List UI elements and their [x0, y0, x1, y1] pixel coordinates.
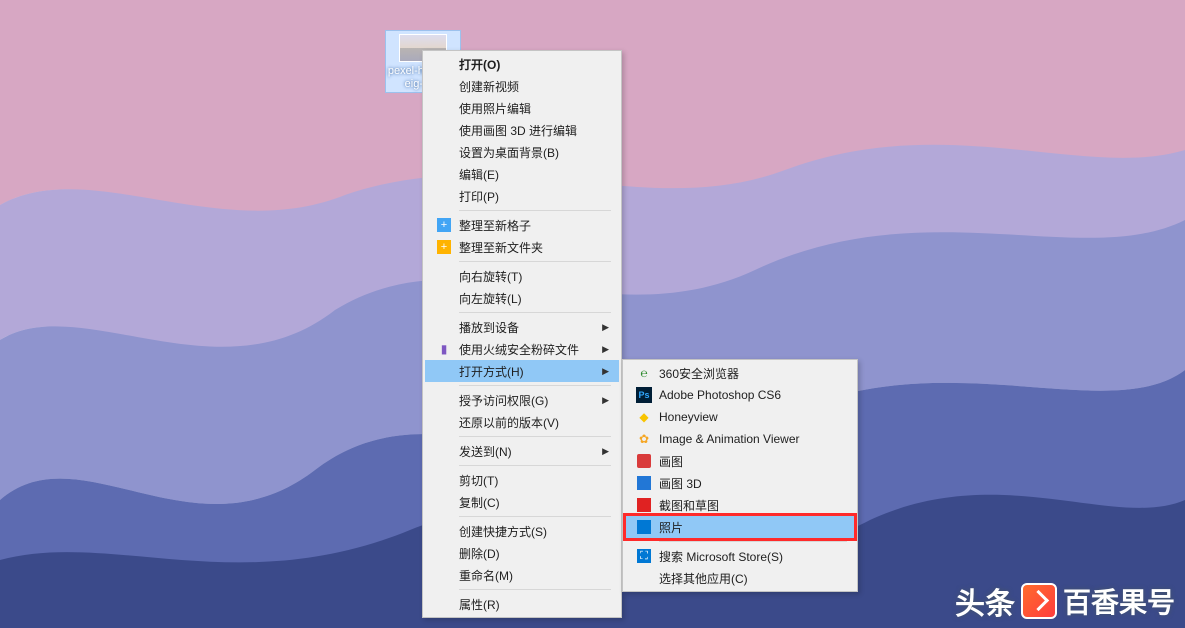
watermark-logo-icon	[1021, 583, 1057, 619]
menu-item-label: 剪切(T)	[455, 472, 589, 489]
menu-item-label: 使用火绒安全粉碎文件	[455, 341, 589, 358]
menu-item-label: 编辑(E)	[455, 166, 589, 183]
menu-item-label: 授予访问权限(G)	[455, 392, 589, 409]
open-with-item[interactable]: ◆ Honeyview	[625, 406, 855, 428]
context-menu-item[interactable]: 复制(C)	[425, 491, 619, 513]
watermark: 头条 百香果号	[955, 579, 1175, 623]
context-menu-item[interactable]: ▮ 使用火绒安全粉碎文件 ▶	[425, 338, 619, 360]
highlight-box	[623, 513, 857, 541]
paint-icon	[637, 454, 651, 468]
context-menu-item[interactable]: + 整理至新格子	[425, 214, 619, 236]
context-menu-item[interactable]: + 整理至新文件夹	[425, 236, 619, 258]
context-menu-item[interactable]: 使用画图 3D 进行编辑	[425, 119, 619, 141]
open-with-item[interactable]: ℮ 360安全浏览器	[625, 362, 855, 384]
submenu-arrow-icon: ▶	[602, 322, 609, 333]
context-menu-item[interactable]: 设置为桌面背景(B)	[425, 141, 619, 163]
menu-item-label: 打开(O)	[455, 56, 589, 73]
menu-item-label: Adobe Photoshop CS6	[655, 388, 825, 402]
context-menu-item[interactable]: 播放到设备 ▶	[425, 316, 619, 338]
paint3d-icon	[637, 476, 651, 490]
menu-item-label: 画图 3D	[655, 475, 825, 492]
menu-item-label: 选择其他应用(C)	[655, 570, 825, 587]
submenu-arrow-icon: ▶	[602, 446, 609, 457]
menu-item-label: 打印(P)	[455, 188, 589, 205]
menu-item-label: 重命名(M)	[455, 567, 589, 584]
context-menu-item[interactable]: 创建新视频	[425, 75, 619, 97]
context-menu-item[interactable]: 向右旋转(T)	[425, 265, 619, 287]
context-menu-item[interactable]: 编辑(E)	[425, 163, 619, 185]
menu-item-label: 整理至新格子	[455, 217, 589, 234]
image-viewer-icon: ✿	[639, 432, 649, 446]
menu-item-label: 360安全浏览器	[655, 365, 825, 382]
open-with-item[interactable]: PsAdobe Photoshop CS6	[625, 384, 855, 406]
context-menu-item[interactable]: 打开方式(H) ▶	[425, 360, 619, 382]
menu-item-label: 设置为桌面背景(B)	[455, 144, 589, 161]
submenu-arrow-icon: ▶	[602, 366, 609, 377]
open-with-submenu[interactable]: ℮360安全浏览器PsAdobe Photoshop CS6◆Honeyview…	[622, 359, 858, 592]
snip-icon	[637, 498, 651, 512]
menu-item-label: 创建快捷方式(S)	[455, 523, 589, 540]
context-menu-item[interactable]: 打印(P)	[425, 185, 619, 207]
shredder-icon: ▮	[441, 342, 448, 356]
open-with-item[interactable]: 选择其他应用(C)	[625, 567, 855, 589]
store-icon: ⛶	[637, 549, 651, 563]
menu-item-label: 属性(R)	[455, 596, 589, 613]
context-menu-item[interactable]: 授予访问权限(G) ▶	[425, 389, 619, 411]
menu-item-label: 整理至新文件夹	[455, 239, 589, 256]
photoshop-icon: Ps	[636, 387, 652, 403]
context-menu-item[interactable]: 发送到(N) ▶	[425, 440, 619, 462]
add-icon: +	[437, 218, 451, 232]
menu-item-label: 发送到(N)	[455, 443, 589, 460]
menu-item-label: 使用照片编辑	[455, 100, 589, 117]
open-with-item[interactable]: 画图	[625, 450, 855, 472]
menu-item-label: 画图	[655, 453, 825, 470]
menu-item-label: 删除(D)	[455, 545, 589, 562]
browser-icon: ℮	[640, 366, 647, 380]
context-menu-item[interactable]: 剪切(T)	[425, 469, 619, 491]
menu-item-label: 截图和草图	[655, 497, 825, 514]
submenu-arrow-icon: ▶	[602, 344, 609, 355]
menu-item-label: Image & Animation Viewer	[655, 432, 825, 446]
menu-item-label: 使用画图 3D 进行编辑	[455, 122, 589, 139]
context-menu-item[interactable]: 打开(O)	[425, 53, 619, 75]
menu-item-label: 搜索 Microsoft Store(S)	[655, 548, 825, 565]
context-menu-item[interactable]: 创建快捷方式(S)	[425, 520, 619, 542]
context-menu-item[interactable]: 删除(D)	[425, 542, 619, 564]
menu-item-label: 复制(C)	[455, 494, 589, 511]
open-with-item[interactable]: ⛶ 搜索 Microsoft Store(S)	[625, 545, 855, 567]
context-menu-item[interactable]: 属性(R)	[425, 593, 619, 615]
context-menu-item[interactable]: 还原以前的版本(V)	[425, 411, 619, 433]
context-menu-item[interactable]: 使用照片编辑	[425, 97, 619, 119]
open-with-item[interactable]: ✿ Image & Animation Viewer	[625, 428, 855, 450]
context-menu-item[interactable]: 向左旋转(L)	[425, 287, 619, 309]
menu-item-label: 还原以前的版本(V)	[455, 414, 589, 431]
context-menu[interactable]: 打开(O) 创建新视频使用照片编辑使用画图 3D 进行编辑设置为桌面背景(B) 编辑…	[422, 50, 622, 618]
open-with-item[interactable]: 照片	[625, 516, 855, 538]
menu-item-label: Honeyview	[655, 410, 825, 424]
add-icon: +	[437, 240, 451, 254]
submenu-arrow-icon: ▶	[602, 395, 609, 406]
menu-item-label: 打开方式(H)	[455, 363, 589, 380]
watermark-bxg: 百香果号	[1063, 581, 1175, 621]
menu-item-label: 向右旋转(T)	[455, 268, 589, 285]
honeyview-icon: ◆	[639, 410, 648, 424]
menu-item-label: 播放到设备	[455, 319, 589, 336]
menu-item-label: 向左旋转(L)	[455, 290, 589, 307]
open-with-item[interactable]: 画图 3D	[625, 472, 855, 494]
context-menu-item[interactable]: 重命名(M)	[425, 564, 619, 586]
watermark-toutiao: 头条	[955, 579, 1015, 623]
menu-item-label: 创建新视频	[455, 78, 589, 95]
